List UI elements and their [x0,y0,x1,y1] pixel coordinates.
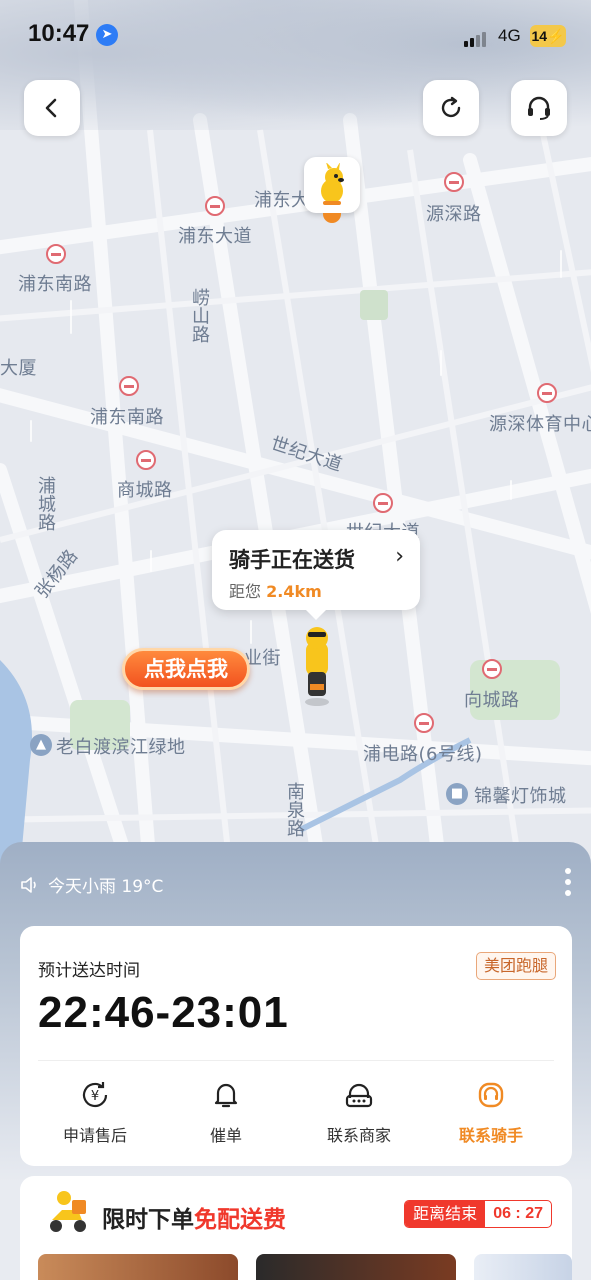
rain-streak [440,350,442,376]
promo-highlight: 免配送费 [194,1207,286,1233]
map-label: 浦东南路 [90,407,164,428]
rain-streak [510,480,512,500]
eta-label: 预计送达时间 [38,961,140,981]
eta-time: 22:46-23:01 [38,988,289,1037]
map-label: 崂山路 [189,288,210,344]
chevron-right-icon: › [395,544,404,569]
rider-distance: 距您 2.4km [229,578,322,602]
map-label: 大厦 [0,358,37,379]
action-label: 联系骑手 [458,1126,523,1145]
map-label: 浦东大道 [178,226,252,247]
back-arrow-icon [45,98,57,118]
location-arrow-icon: ➤ [96,24,118,46]
after-sale-button[interactable]: ¥ 申请售后 [30,1076,160,1146]
countdown-time: 06 : 27 [493,1205,543,1222]
metro-station-icon [119,376,139,396]
distance-value: 2.4km [266,582,322,601]
action-label: 催单 [209,1126,242,1145]
contact-merchant-button[interactable]: 联系商家 [294,1076,424,1146]
order-panel: 今天小雨 19°C 预计送达时间 美团跑腿 22:46-23:01 ¥ 申请售后… [0,842,591,1280]
kangaroo-mascot-icon [321,163,344,205]
park-poi-icon: ▲ [30,734,52,756]
more-options-icon[interactable] [565,868,573,901]
map-label: 老白渡滨江绿地 [56,737,186,758]
refresh-icon [441,96,461,118]
battery-level: 14 [531,28,548,44]
battery-icon: 14⚡ [530,25,566,47]
contact-rider-button[interactable]: 联系骑手 [426,1076,556,1146]
map-label: 锦馨灯饰城 [474,786,567,807]
back-button[interactable] [24,80,80,136]
speaker-icon [21,876,36,893]
metro-station-icon [444,172,464,192]
map-label: 浦电路(6号线) [363,744,483,765]
weather-info: 今天小雨 19°C [20,872,163,897]
map-label: 南泉路 [284,782,305,838]
distance-prefix: 距您 [229,582,262,601]
refresh-button[interactable] [423,80,479,136]
map-label: 浦东大 [254,190,310,211]
shop-poi-icon: ■ [446,783,468,805]
rain-streak [30,420,32,442]
divider [38,1060,554,1061]
metro-station-icon [482,659,502,679]
countdown-label: 距离结束 [405,1201,486,1227]
map-label: 浦城路 [35,476,56,532]
rain-streak [560,250,562,278]
headset-icon [528,96,550,120]
rain-streak [250,620,252,644]
status-bar: 10:47 ➤ 4G 14⚡ [0,0,591,70]
action-label: 联系商家 [326,1126,391,1145]
metro-station-icon [373,493,393,513]
metro-station-icon [205,196,225,216]
promo-card[interactable]: 限时下单免配送费 距离结束 06 : 27 [20,1176,572,1280]
rider-service-icon [426,1076,556,1114]
urge-order-button[interactable]: 催单 [161,1076,291,1146]
scooter-rider-icon [305,627,329,706]
delivery-scooter-icon [50,1191,86,1232]
food-thumbnail[interactable] [474,1254,572,1280]
shop-service-icon [294,1076,424,1114]
map-label: 源深路 [426,204,482,225]
metro-station-icon [414,713,434,733]
brand-tag: 美团跑腿 [475,952,556,980]
rider-marker[interactable] [296,622,338,708]
food-thumbnail[interactable] [38,1254,238,1280]
map-label: 源深体育中心 [489,414,591,435]
customer-service-button[interactable] [511,80,567,136]
bell-icon [161,1076,291,1114]
rain-streak [150,550,152,572]
svg-text:¥: ¥ [91,1089,99,1104]
map-label: 浦东南路 [18,274,92,295]
weather-text: 今天小雨 19°C [48,877,164,897]
map-label: 商城路 [117,480,173,501]
rain-streak [70,300,72,334]
store-location-pin[interactable] [304,157,360,213]
promo-title-main: 限时下单 [102,1207,194,1233]
click-me-button[interactable]: 点我点我 [122,648,250,690]
order-actions: ¥ 申请售后 催单 联系商家 联系骑手 [20,1076,572,1156]
signal-icon [464,28,488,47]
clock: 10:47 [28,20,90,47]
promo-title: 限时下单免配送费 [102,1200,286,1234]
rider-status-bubble[interactable]: 骑手正在送货 › 距您 2.4km [212,530,420,620]
metro-station-icon [136,450,156,470]
map-label: 向城路 [464,690,520,711]
order-card: 预计送达时间 美团跑腿 22:46-23:01 ¥ 申请售后 催单 联系商家 联… [20,926,572,1166]
rider-status-text: 骑手正在送货 [229,548,355,572]
after-sale-icon: ¥ [30,1076,160,1114]
promo-countdown: 距离结束 06 : 27 [404,1200,552,1228]
metro-station-icon [537,383,557,403]
delivery-map[interactable]: 浦东大道 浦东大 源深路 浦东南路 浦东南路 崂山路 大厦 源深体育中心 世纪大… [0,0,591,870]
network-type: 4G [498,26,521,45]
food-thumbnail[interactable] [256,1254,456,1280]
action-label: 申请售后 [62,1126,127,1145]
metro-station-icon [46,244,66,264]
